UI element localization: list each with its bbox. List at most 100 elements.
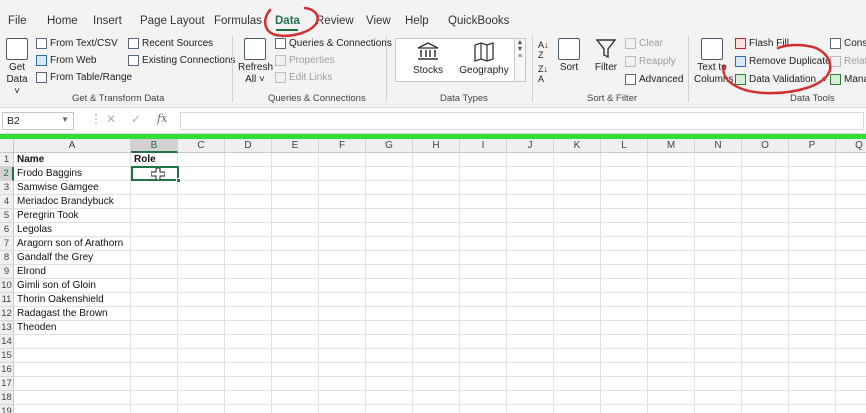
enter-icon[interactable]: ✓	[131, 112, 141, 126]
column-header-j[interactable]: J	[507, 139, 554, 153]
row-header[interactable]: 3	[0, 181, 14, 195]
remove-duplicates-button[interactable]: Remove Duplicates	[735, 56, 836, 67]
recent-sources-button[interactable]: Recent Sources	[128, 38, 213, 49]
data-cell[interactable]	[131, 405, 134, 413]
text-to-columns-button[interactable]: Text to Columns	[694, 38, 733, 86]
row-header[interactable]: 15	[0, 349, 14, 363]
row-header[interactable]: 11	[0, 293, 14, 307]
data-cell[interactable]	[131, 363, 134, 377]
fill-handle[interactable]	[176, 178, 181, 183]
sort-za-button[interactable]: Z↓ A	[538, 64, 548, 84]
row-header[interactable]: 14	[0, 335, 14, 349]
stocks-button[interactable]: Stocks	[410, 42, 446, 76]
data-cell[interactable]	[14, 363, 17, 377]
existing-connections-button[interactable]: Existing Connections	[128, 55, 235, 66]
column-header-f[interactable]: F	[319, 139, 366, 153]
formula-input[interactable]	[180, 112, 864, 130]
data-cell[interactable]	[14, 405, 17, 413]
data-cell[interactable]	[131, 321, 134, 335]
column-header-a[interactable]: A	[14, 139, 131, 153]
advanced-filter-button[interactable]: Advanced	[625, 74, 683, 85]
queries-connections-button[interactable]: Queries & Connections	[275, 38, 392, 49]
data-cell[interactable]: Samwise Gamgee	[14, 181, 99, 195]
row-header[interactable]: 7	[0, 237, 14, 251]
column-header-o[interactable]: O	[742, 139, 789, 153]
column-header-m[interactable]: M	[648, 139, 695, 153]
select-all-corner[interactable]	[0, 139, 14, 153]
properties-button[interactable]: Properties	[275, 55, 335, 66]
manage-data-model-button[interactable]: Mana	[830, 74, 866, 85]
column-header-n[interactable]: N	[695, 139, 742, 153]
column-header-b[interactable]: B	[131, 139, 178, 153]
data-cell[interactable]	[131, 181, 134, 195]
cancel-icon[interactable]: ✕	[106, 112, 116, 126]
flash-fill-button[interactable]: Flash Fill	[735, 38, 789, 49]
data-cell[interactable]: Thorin Oakenshield	[14, 293, 104, 307]
data-cell[interactable]: Gandalf the Grey	[14, 251, 93, 265]
tab-quickbooks[interactable]: QuickBooks	[448, 15, 509, 27]
header-cell[interactable]: Role	[131, 153, 156, 167]
from-web-button[interactable]: From Web	[36, 55, 97, 66]
tab-insert[interactable]: Insert	[93, 15, 122, 27]
data-cell[interactable]	[14, 335, 17, 349]
from-text-csv-button[interactable]: From Text/CSV	[36, 38, 118, 49]
data-cell[interactable]	[131, 209, 134, 223]
row-header[interactable]: 18	[0, 391, 14, 405]
data-cell[interactable]: Theoden	[14, 321, 56, 335]
column-header-h[interactable]: H	[413, 139, 460, 153]
row-header[interactable]: 5	[0, 209, 14, 223]
column-header-d[interactable]: D	[225, 139, 272, 153]
data-cell[interactable]: Legolas	[14, 223, 52, 237]
data-cell[interactable]: Frodo Baggins	[14, 167, 82, 181]
data-cell[interactable]: Aragorn son of Arathorn	[14, 237, 123, 251]
row-header[interactable]: 12	[0, 307, 14, 321]
column-header-i[interactable]: I	[460, 139, 507, 153]
column-header-c[interactable]: C	[178, 139, 225, 153]
worksheet-grid[interactable]: A B C D E F G H I J K L M N O P Q 1 Name Role 2 Frodo Baggins…	[0, 139, 866, 413]
data-cell[interactable]	[14, 377, 17, 391]
data-cell[interactable]	[131, 265, 134, 279]
data-cell[interactable]	[131, 195, 134, 209]
edit-links-button[interactable]: Edit Links	[275, 72, 332, 83]
tab-home[interactable]: Home	[47, 15, 78, 27]
data-cell[interactable]	[131, 293, 134, 307]
tab-formulas[interactable]: Formulas	[214, 15, 262, 27]
row-header[interactable]: 1	[0, 153, 14, 167]
data-cell[interactable]	[131, 279, 134, 293]
row-header[interactable]: 8	[0, 251, 14, 265]
data-cell[interactable]: Elrond	[14, 265, 46, 279]
gallery-scroll[interactable]: ▲ ▼ ≡	[514, 39, 525, 81]
column-header-p[interactable]: P	[789, 139, 836, 153]
from-table-range-button[interactable]: From Table/Range	[36, 72, 132, 83]
data-cell[interactable]	[14, 349, 17, 363]
row-header[interactable]: 10	[0, 279, 14, 293]
data-cell[interactable]	[131, 223, 134, 237]
tab-page-layout[interactable]: Page Layout	[140, 15, 205, 27]
refresh-all-button[interactable]: Refresh All ˅	[238, 38, 273, 86]
data-cell[interactable]	[14, 391, 17, 405]
tab-review[interactable]: Review	[316, 15, 354, 27]
header-cell[interactable]: Name	[14, 153, 44, 167]
tab-file[interactable]: File	[8, 15, 27, 27]
column-header-q[interactable]: Q	[836, 139, 866, 153]
data-cell[interactable]	[131, 251, 134, 265]
row-header[interactable]: 13	[0, 321, 14, 335]
insert-function-icon[interactable]: fx	[157, 112, 167, 125]
row-header[interactable]: 2	[0, 167, 14, 181]
geography-button[interactable]: Geography	[458, 42, 510, 76]
data-cell[interactable]: Meriadoc Brandybuck	[14, 195, 114, 209]
data-cell[interactable]	[131, 349, 134, 363]
reapply-button[interactable]: Reapply	[625, 56, 676, 67]
consolidate-button[interactable]: Conso	[830, 38, 866, 49]
sort-button[interactable]: Sort	[556, 38, 582, 74]
column-header-g[interactable]: G	[366, 139, 413, 153]
name-box[interactable]: B2 ▼	[2, 112, 74, 130]
row-header[interactable]: 19	[0, 405, 14, 413]
row-header[interactable]: 16	[0, 363, 14, 377]
sort-az-button[interactable]: A↓ Z	[538, 40, 549, 60]
data-cell[interactable]	[131, 377, 134, 391]
tab-data[interactable]: Data	[275, 15, 300, 27]
clear-filter-button[interactable]: Clear	[625, 38, 663, 49]
relationships-button[interactable]: Relati	[830, 56, 866, 67]
chevron-down-icon[interactable]: ˅	[822, 75, 827, 84]
